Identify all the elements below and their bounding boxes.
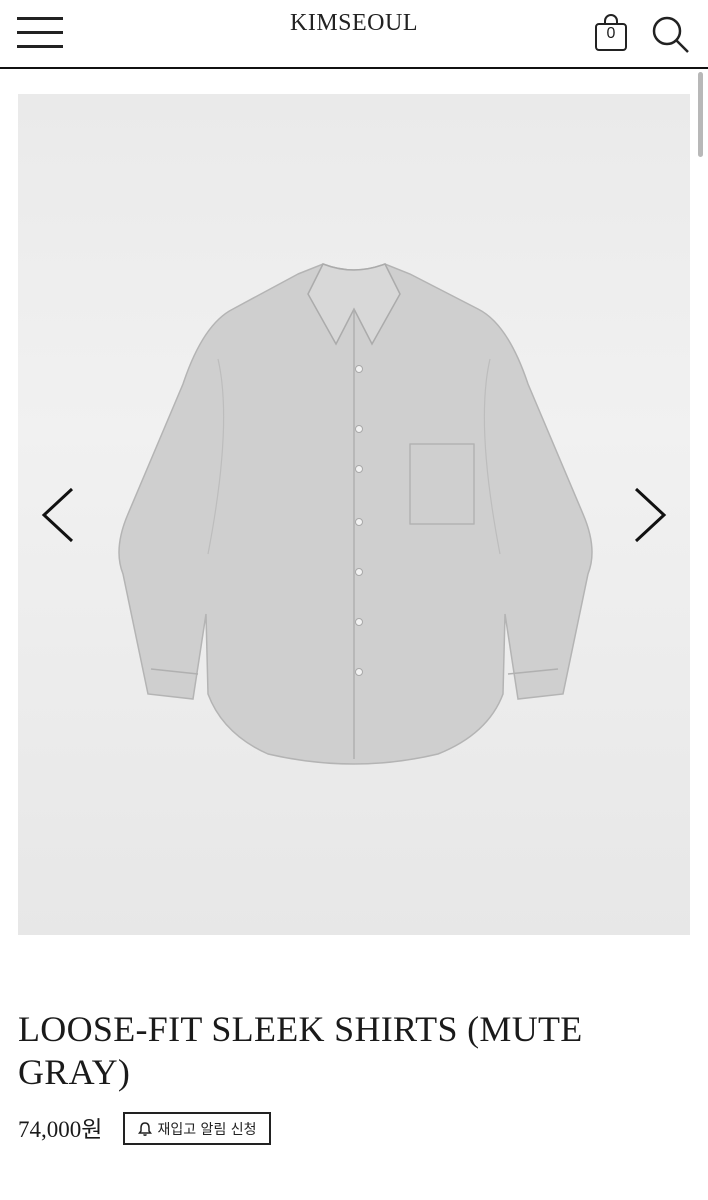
bell-icon bbox=[138, 1121, 153, 1136]
search-button[interactable] bbox=[650, 14, 690, 54]
product-image bbox=[118, 263, 593, 765]
search-icon bbox=[652, 16, 689, 53]
product-price: 74,000원 bbox=[18, 1117, 103, 1142]
restock-alert-label: 재입고 알림 신청 bbox=[157, 1121, 257, 1138]
page-scrollbar[interactable] bbox=[698, 72, 703, 157]
product-title: LOOSE-FIT SLEEK SHIRTS (MUTE GRAY) bbox=[18, 1009, 583, 1092]
cart-count: 0 bbox=[606, 25, 616, 42]
site-header: KIMSEOUL 0 bbox=[0, 0, 708, 69]
chevron-left-icon bbox=[41, 487, 74, 543]
product-image-gallery[interactable] bbox=[18, 94, 690, 935]
chevron-right-icon bbox=[634, 487, 667, 543]
next-image-button[interactable] bbox=[630, 485, 670, 545]
previous-image-button[interactable] bbox=[38, 485, 78, 545]
cart-button[interactable]: 0 bbox=[594, 14, 628, 52]
restock-alert-button[interactable]: 재입고 알림 신청 bbox=[123, 1112, 271, 1145]
